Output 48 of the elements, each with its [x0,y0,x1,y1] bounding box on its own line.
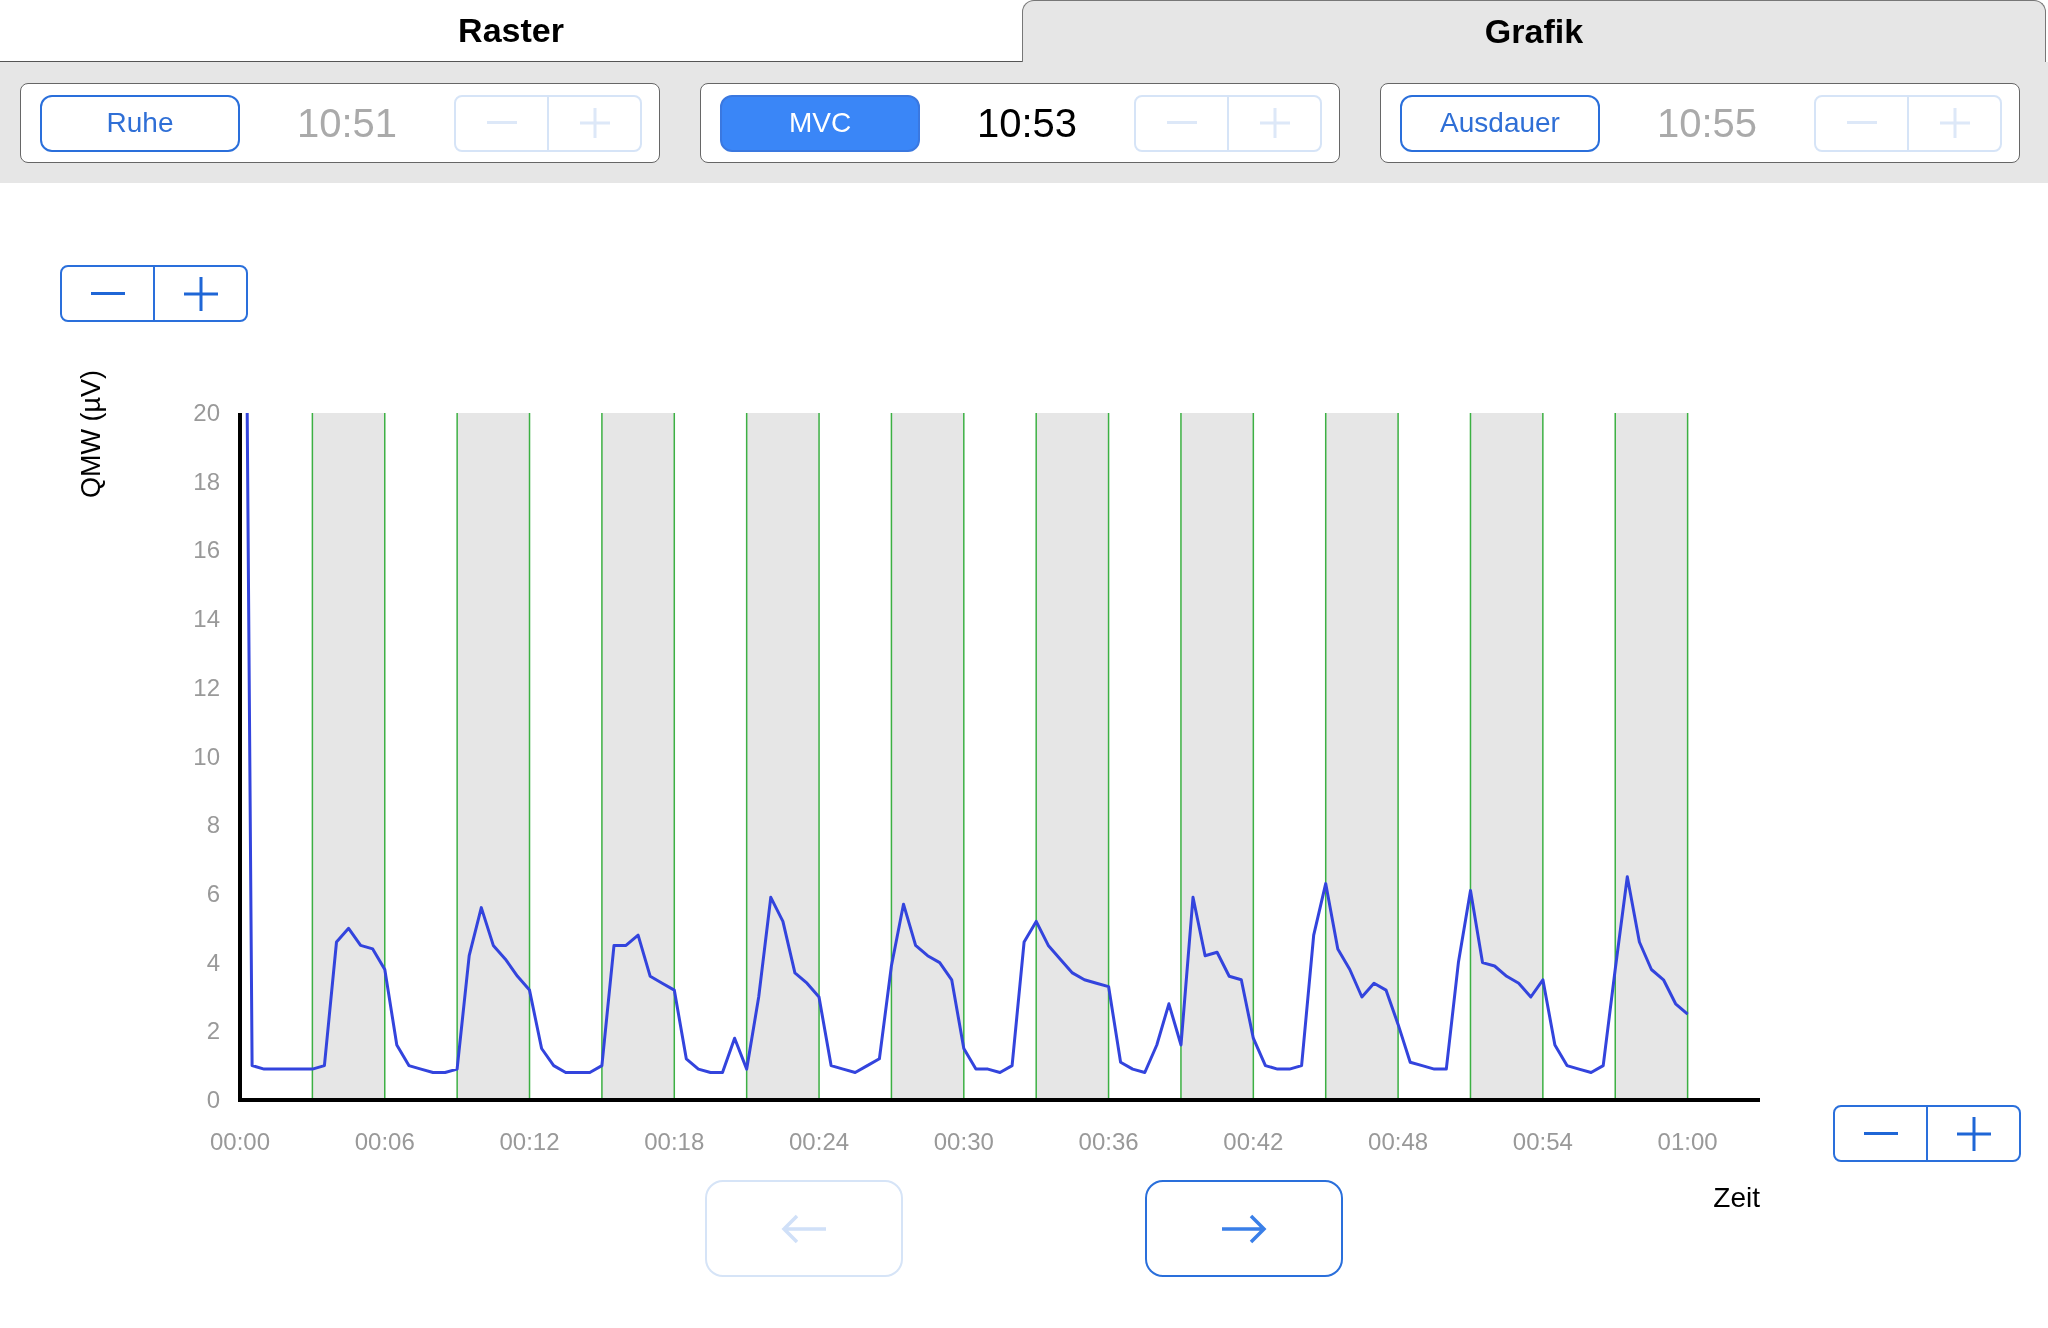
phase-button[interactable]: MVC [720,94,920,152]
x-tick-label: 00:24 [789,1128,850,1155]
decrease-button[interactable] [60,265,154,322]
time-label: 10:55 [1655,100,1759,146]
x-tick-label: 00:36 [1078,1128,1139,1155]
increase-button[interactable] [1927,1105,2021,1162]
plus-icon [1259,108,1290,138]
phase-button[interactable]: Ruhe [40,94,240,152]
phase-button[interactable]: Ausdauer [1400,94,1600,152]
x-axis-title: Zeit [1713,1182,1760,1214]
minus-icon [1846,121,1877,125]
plus-icon [183,276,218,311]
y-tick-label: 16 [193,536,220,564]
plus-icon [1956,1116,1991,1151]
y-tick-label: 10 [193,742,220,770]
y-tick-label: 2 [206,1017,220,1045]
y-tick-label: 18 [193,467,220,495]
y-tick-label: 20 [193,399,220,426]
minus-icon [1863,1131,1898,1136]
forward-button[interactable] [1145,1180,1343,1277]
x-tick-label: 01:00 [1657,1128,1718,1155]
decrease-button[interactable] [1833,1105,1927,1162]
minus-icon [90,291,125,296]
y-tick-label: 8 [206,811,220,839]
plus-icon [1939,108,1970,138]
left-arrow-icon [781,1213,827,1244]
tab[interactable]: Grafik [1022,0,2046,62]
x-tick-label: 00:06 [354,1128,415,1155]
right-arrow-icon [1221,1213,1267,1244]
plus-icon [579,108,610,138]
y-tick-label: 12 [193,673,220,701]
y-tick-label: 0 [206,1086,220,1113]
x-tick-label: 00:18 [644,1128,705,1155]
y-tick-label: 4 [206,948,220,976]
time-label: 10:53 [975,100,1079,146]
minus-icon [486,121,517,125]
x-tick-label: 00:42 [1223,1128,1284,1155]
x-tick-label: 00:48 [1368,1128,1429,1155]
x-tick-label: 00:00 [209,1128,271,1155]
minus-icon [1166,121,1197,125]
y-axis-title: QMW (µV) [76,370,106,498]
x-tick-label: 00:30 [933,1128,994,1155]
y-tick-label: 14 [193,605,220,633]
x-tick-label: 00:54 [1512,1128,1573,1155]
increase-button[interactable] [154,265,248,322]
y-tick-label: 6 [206,879,220,907]
x-tick-label: 00:12 [499,1128,560,1155]
time-label: 10:51 [295,100,399,146]
